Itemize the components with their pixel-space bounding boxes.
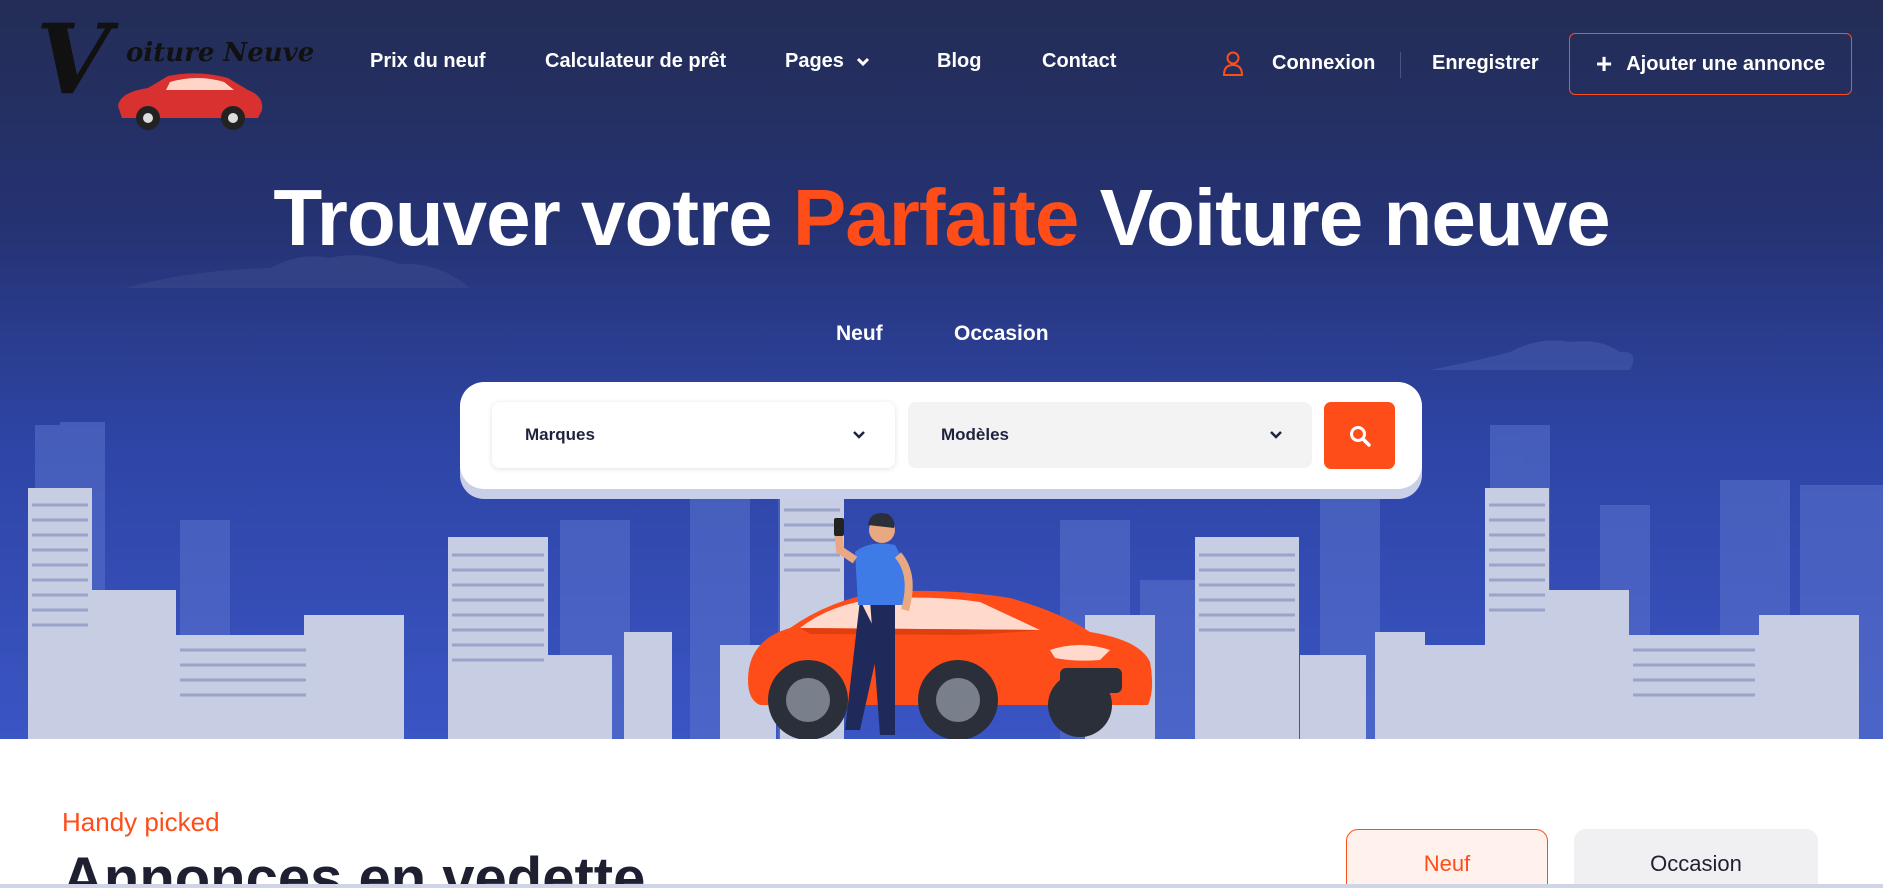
nav-blog[interactable]: Blog xyxy=(937,50,981,73)
search-icon xyxy=(1349,425,1371,447)
register-link[interactable]: Enregistrer xyxy=(1432,52,1539,75)
add-listing-button[interactable]: + Ajouter une annonce xyxy=(1569,33,1852,95)
nav-pages[interactable]: Pages xyxy=(785,50,870,73)
hero-tab-occasion[interactable]: Occasion xyxy=(954,322,1049,346)
nav-divider xyxy=(1400,52,1401,78)
add-listing-label: Ajouter une annonce xyxy=(1626,52,1826,75)
featured-tab-neuf[interactable]: Neuf xyxy=(1346,829,1548,888)
hero-title: Trouver votre Parfaite Voiture neuve xyxy=(0,172,1883,264)
featured-title: Annonces en vedette xyxy=(62,846,646,888)
search-box: Marques Modèles xyxy=(460,382,1422,489)
hero-title-accent: Parfaite xyxy=(792,173,1079,262)
featured-section: Handy picked Annonces en vedette Neuf Oc… xyxy=(0,739,1883,888)
model-select-label: Modèles xyxy=(941,425,1010,444)
hero-section: V oiture Neuve Prix du neuf Calculateur … xyxy=(0,0,1883,739)
user-icon xyxy=(1222,51,1244,76)
featured-tab-occasion[interactable]: Occasion xyxy=(1574,829,1818,888)
chevron-down-icon xyxy=(853,431,865,439)
nav-calculateur[interactable]: Calculateur de prêt xyxy=(545,50,726,73)
top-navigation: V oiture Neuve Prix du neuf Calculateur … xyxy=(0,0,1883,130)
hero-tab-neuf[interactable]: Neuf xyxy=(836,322,883,346)
nav-contact[interactable]: Contact xyxy=(1042,50,1116,73)
nav-prix-du-neuf[interactable]: Prix du neuf xyxy=(370,50,486,73)
model-select[interactable]: Modèles xyxy=(908,402,1312,468)
nav-pages-label: Pages xyxy=(785,50,844,72)
chevron-down-icon xyxy=(856,57,869,66)
brand-select[interactable]: Marques xyxy=(492,402,895,468)
login-link[interactable]: Connexion xyxy=(1272,52,1375,75)
brand-select-label: Marques xyxy=(525,425,595,444)
site-logo[interactable]: V oiture Neuve xyxy=(34,12,314,130)
chevron-down-icon xyxy=(1270,431,1282,439)
hero-title-part1: Trouver votre xyxy=(273,173,772,262)
plus-icon: + xyxy=(1595,48,1613,79)
viewport-bottom-edge xyxy=(0,884,1883,888)
search-button[interactable] xyxy=(1324,402,1395,469)
logo-initial: V xyxy=(36,3,111,116)
featured-kicker: Handy picked xyxy=(62,807,220,837)
hero-title-part2: Voiture neuve xyxy=(1099,173,1611,262)
logo-car-icon xyxy=(118,73,263,130)
